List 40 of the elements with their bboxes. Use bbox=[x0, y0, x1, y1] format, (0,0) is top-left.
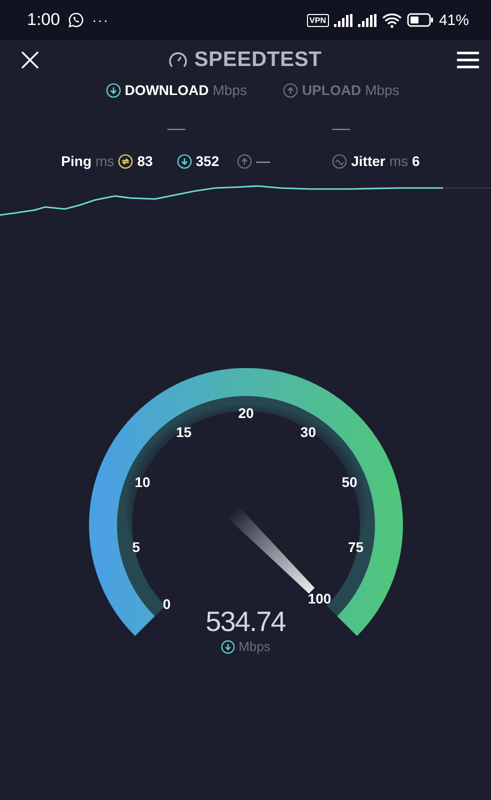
download-value: — bbox=[167, 118, 186, 139]
scale-label: 30 bbox=[300, 424, 316, 440]
scale-label: 0 bbox=[162, 596, 170, 612]
overflow-indicator: ··· bbox=[92, 12, 110, 28]
wave-icon bbox=[332, 154, 348, 168]
vpn-badge: VPN bbox=[306, 14, 329, 26]
scale-label: 50 bbox=[341, 474, 357, 490]
unit-label: ms bbox=[389, 153, 408, 169]
signal-icon bbox=[334, 14, 353, 26]
ping-label: Ping bbox=[61, 153, 92, 169]
scale-label: 100 bbox=[307, 590, 331, 606]
chat-icon bbox=[68, 12, 84, 28]
upload-icon bbox=[237, 154, 252, 168]
time: 1:00 bbox=[27, 10, 60, 30]
wifi-icon bbox=[382, 12, 402, 28]
ping-icon bbox=[118, 154, 134, 168]
speedometer-icon bbox=[168, 50, 188, 70]
jitter-value: 6 bbox=[412, 153, 420, 169]
unit-label: ms bbox=[96, 153, 114, 169]
download-tab[interactable]: DOWNLOAD Mbps bbox=[106, 80, 247, 100]
download-icon bbox=[106, 82, 121, 98]
scale-label: 75 bbox=[348, 538, 364, 555]
speed-reading: 534.74 bbox=[206, 606, 286, 638]
download-icon bbox=[176, 154, 192, 168]
battery-icon bbox=[406, 13, 434, 27]
signal-icon bbox=[358, 14, 377, 26]
jitter-label: Jitter bbox=[351, 153, 386, 169]
scale-label: 10 bbox=[134, 474, 150, 490]
ping-value: 83 bbox=[137, 153, 153, 169]
unit-label: Mbps bbox=[238, 639, 270, 654]
scale-label: 15 bbox=[176, 424, 192, 440]
download-icon bbox=[220, 640, 235, 654]
download-value: 352 bbox=[196, 153, 220, 169]
upload-value: — bbox=[332, 118, 350, 139]
upload-icon bbox=[282, 82, 298, 98]
scale-label: 5 bbox=[132, 538, 140, 555]
battery-percent: 41% bbox=[438, 12, 469, 28]
app-title: SPEEDTEST bbox=[194, 48, 322, 72]
upload-value: — bbox=[256, 153, 270, 169]
scale-label: 20 bbox=[238, 405, 254, 421]
